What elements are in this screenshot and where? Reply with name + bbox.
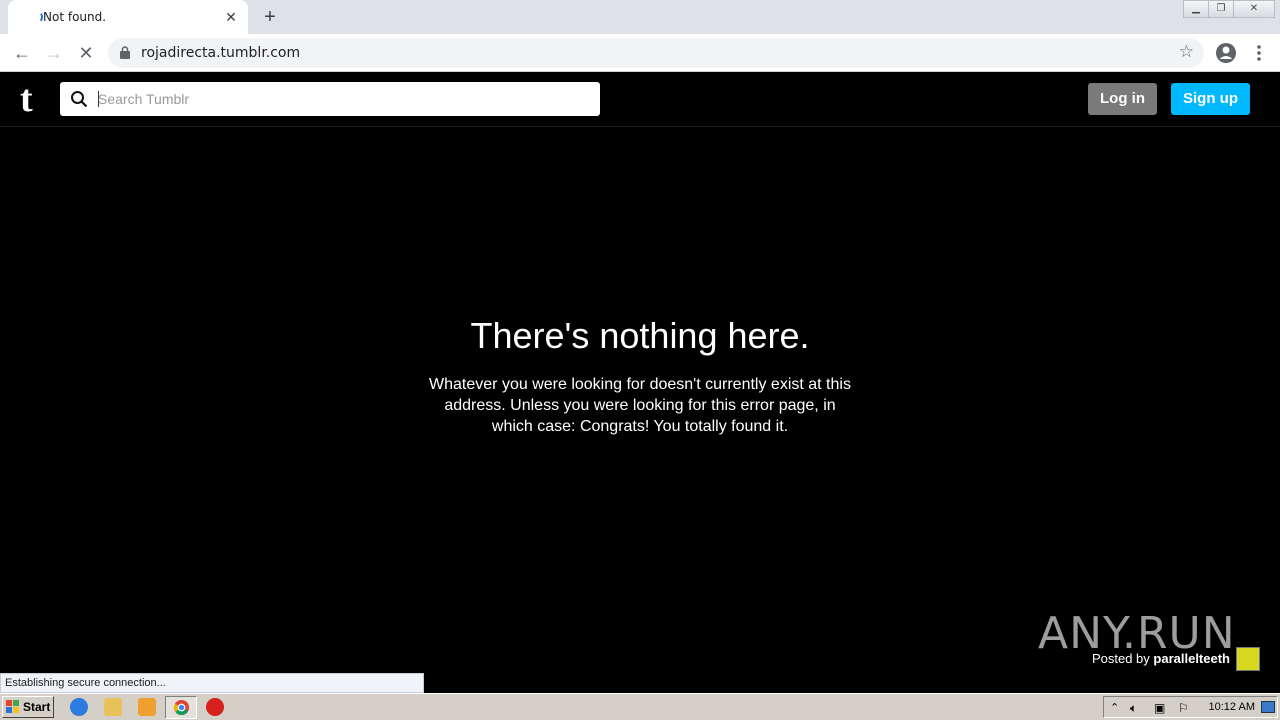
browser-tab[interactable]: Not found. ✕ (8, 0, 248, 34)
profile-icon[interactable] (1215, 42, 1237, 64)
windows-flag-icon (6, 700, 19, 713)
error-description: Whatever you were looking for doesn't cu… (429, 376, 851, 435)
forward-arrow-icon[interactable]: → (42, 41, 66, 65)
signup-button[interactable]: Sign up (1171, 83, 1250, 115)
login-button[interactable]: Log in (1088, 83, 1157, 115)
file-explorer-icon[interactable] (104, 698, 122, 716)
search-input[interactable] (98, 87, 588, 111)
search-box[interactable] (60, 82, 600, 116)
internet-explorer-icon[interactable] (70, 698, 88, 716)
tumblr-header: t Log in Sign up (0, 72, 1280, 127)
url-text: rojadirecta.tumblr.com (141, 45, 301, 61)
address-bar[interactable]: rojadirecta.tumblr.com ☆ (108, 38, 1204, 68)
taskbar-clock[interactable]: 10:12 AM (1209, 701, 1255, 713)
back-arrow-icon[interactable]: ← (10, 41, 34, 65)
start-label: Start (23, 700, 51, 714)
close-window-button[interactable]: ✕ (1233, 0, 1275, 18)
opera-icon[interactable] (206, 698, 224, 716)
volume-icon[interactable]: 🔈︎ (1130, 701, 1144, 715)
system-tray: ⌃ 🔈︎ ▣ ⚐ 10:12 AM (1103, 696, 1278, 718)
chrome-icon (173, 699, 190, 716)
show-hidden-icons-icon[interactable]: ⌃ (1110, 701, 1124, 715)
restore-button[interactable]: ❐ (1208, 0, 1234, 18)
search-icon (71, 91, 88, 108)
browser-toolbar: ← → ✕ rojadirecta.tumblr.com ☆ (0, 34, 1280, 72)
new-tab-button[interactable]: + (258, 6, 282, 28)
tab-title: Not found. (43, 10, 107, 24)
start-button[interactable]: Start (2, 696, 54, 718)
show-desktop-icon[interactable] (1261, 701, 1275, 713)
minimize-button[interactable]: ▁ (1183, 0, 1209, 18)
lock-icon (120, 46, 130, 59)
network-icon[interactable]: ▣ (1154, 701, 1168, 715)
text-caret (98, 91, 99, 107)
action-center-flag-icon[interactable]: ⚐ (1178, 701, 1192, 715)
browser-tabstrip: Not found. ✕ + ▁ ❐ ✕ (0, 0, 1280, 34)
menu-dots-icon[interactable] (1248, 42, 1270, 64)
status-bubble: Establishing secure connection... (0, 673, 424, 693)
tumblr-logo[interactable]: t (20, 80, 46, 118)
chrome-taskbar-button[interactable] (165, 696, 197, 719)
error-heading: There's nothing here. (470, 315, 810, 356)
author-avatar[interactable] (1236, 647, 1260, 671)
tab-close-icon[interactable]: ✕ (222, 8, 240, 26)
posted-by-prefix: Posted by (1091, 651, 1150, 666)
stop-loading-icon[interactable]: ✕ (74, 41, 98, 65)
media-player-icon[interactable] (138, 698, 156, 716)
loading-spinner-icon (29, 10, 43, 24)
posted-by[interactable]: Posted by parallelteeth (1040, 651, 1230, 666)
windows-taskbar: Start ⌃ 🔈︎ ▣ ⚐ 10:12 AM (0, 693, 1280, 720)
bookmark-star-icon[interactable]: ☆ (1179, 42, 1194, 62)
posted-by-author[interactable]: parallelteeth (1153, 651, 1230, 666)
